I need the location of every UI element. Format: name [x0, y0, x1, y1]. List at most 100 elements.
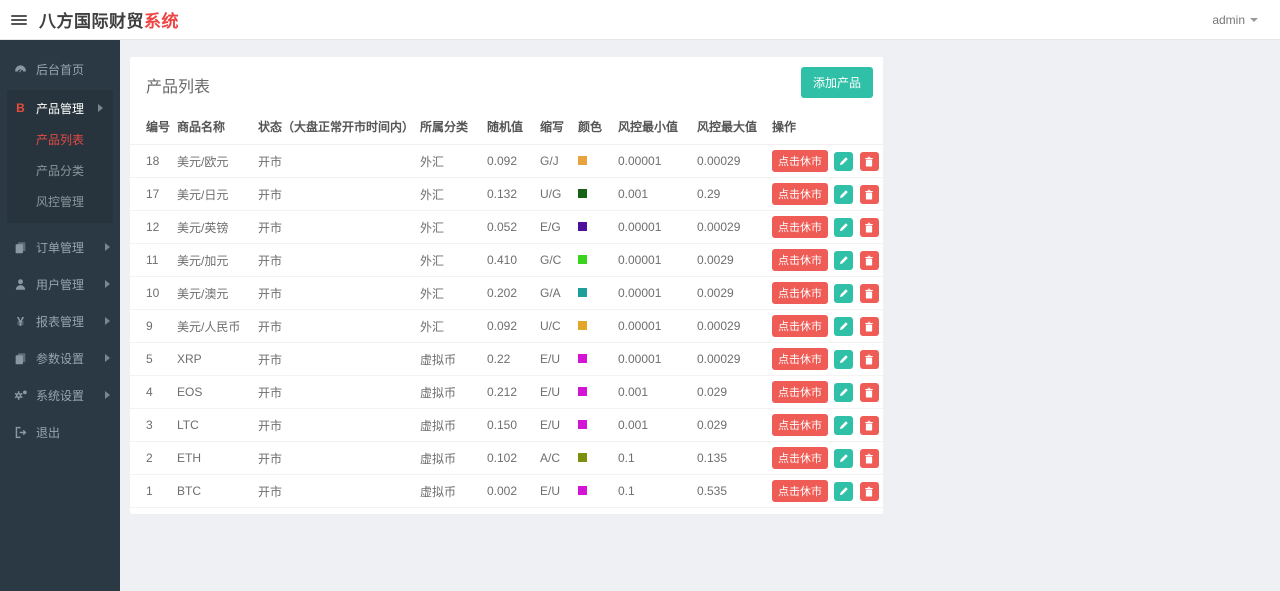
delete-button[interactable] [859, 184, 879, 204]
cell-category: 外汇 [420, 309, 487, 343]
edit-button[interactable] [834, 382, 854, 402]
cell-category: 虚拟币 [420, 342, 487, 376]
trash-icon [865, 453, 874, 463]
delete-button[interactable] [859, 217, 879, 237]
cell-id: 12 [130, 210, 177, 244]
edit-button[interactable] [834, 349, 854, 369]
cell-category: 外汇 [420, 177, 487, 211]
edit-button[interactable] [834, 184, 854, 204]
edit-button[interactable] [834, 151, 854, 171]
close-market-button[interactable]: 点击休市 [772, 150, 828, 172]
cell-actions: 点击休市 [772, 309, 883, 343]
cell-random-value: 0.052 [487, 210, 540, 244]
close-market-button[interactable]: 点击休市 [772, 315, 828, 337]
sidebar-item-orders[interactable]: 订单管理 [0, 230, 120, 264]
sidebar-item-users[interactable]: 用户管理 [0, 267, 120, 301]
cell-status: 开市 [258, 210, 420, 244]
close-market-button[interactable]: 点击休市 [772, 282, 828, 304]
product-table: 编号 商品名称 状态（大盘正常开市时间内） 所属分类 随机值 缩写 颜色 风控最… [130, 109, 883, 508]
edit-button[interactable] [834, 448, 854, 468]
table-row: 9 美元/人民币 开市 外汇 0.092 U/C 0.00001 0.00029… [130, 309, 883, 343]
delete-button[interactable] [859, 151, 879, 171]
sidebar-item-system-settings[interactable]: 系统设置 [0, 378, 120, 412]
edit-button[interactable] [834, 217, 854, 237]
table-row: 10 美元/澳元 开市 外汇 0.202 G/A 0.00001 0.0029 … [130, 276, 883, 310]
sidebar-item-reports[interactable]: ¥ 报表管理 [0, 304, 120, 338]
user-menu[interactable]: admin [1212, 13, 1258, 27]
close-market-button[interactable]: 点击休市 [772, 348, 828, 370]
sidebar-item-product-management[interactable]: B 产品管理 [7, 92, 113, 124]
cell-status: 开市 [258, 276, 420, 310]
delete-button[interactable] [859, 481, 879, 501]
delete-button[interactable] [859, 316, 879, 336]
cell-actions: 点击休市 [772, 210, 883, 244]
delete-button[interactable] [859, 283, 879, 303]
cell-abbr: G/J [540, 144, 578, 178]
cell-id: 11 [130, 243, 177, 277]
cell-status: 开市 [258, 342, 420, 376]
col-id: 编号 [130, 109, 177, 145]
table-row: 11 美元/加元 开市 外汇 0.410 G/C 0.00001 0.0029 … [130, 243, 883, 277]
menu-toggle-icon[interactable] [11, 13, 27, 27]
cell-color [578, 342, 618, 376]
cell-actions: 点击休市 [772, 342, 883, 376]
sidebar-item-dashboard[interactable]: 后台首页 [0, 52, 120, 86]
cell-risk-max: 0.00029 [697, 210, 772, 244]
close-market-button[interactable]: 点击休市 [772, 216, 828, 238]
trash-icon [865, 156, 874, 166]
delete-button[interactable] [859, 382, 879, 402]
edit-button[interactable] [834, 250, 854, 270]
delete-button[interactable] [859, 349, 879, 369]
cell-abbr: E/U [540, 474, 578, 508]
cell-product-name: 美元/人民币 [177, 309, 258, 343]
cell-risk-max: 0.00029 [697, 309, 772, 343]
cell-category: 外汇 [420, 144, 487, 178]
sidebar-item-parameters[interactable]: 参数设置 [0, 341, 120, 375]
color-swatch [578, 420, 587, 429]
edit-button[interactable] [834, 481, 854, 501]
cell-random-value: 0.150 [487, 408, 540, 442]
delete-button[interactable] [859, 415, 879, 435]
sidebar-subitem-product-category[interactable]: 产品分类 [7, 155, 113, 186]
pencil-icon [839, 388, 848, 397]
cell-risk-max: 0.0029 [697, 243, 772, 277]
close-market-button[interactable]: 点击休市 [772, 183, 828, 205]
close-market-button[interactable]: 点击休市 [772, 414, 828, 436]
close-market-button[interactable]: 点击休市 [772, 381, 828, 403]
cell-category: 外汇 [420, 210, 487, 244]
sidebar-item-label: 参数设置 [36, 351, 85, 366]
close-market-button[interactable]: 点击休市 [772, 447, 828, 469]
cell-random-value: 0.22 [487, 342, 540, 376]
add-product-button[interactable]: 添加产品 [800, 67, 873, 98]
trash-icon [865, 321, 874, 331]
yen-icon: ¥ [16, 313, 25, 329]
edit-button[interactable] [834, 415, 854, 435]
cell-random-value: 0.102 [487, 441, 540, 475]
cell-product-name: BTC [177, 474, 258, 508]
chevron-right-icon [105, 391, 110, 399]
sidebar-item-label: 产品管理 [36, 101, 85, 116]
edit-button[interactable] [834, 283, 854, 303]
pencil-icon [839, 454, 848, 463]
close-market-button[interactable]: 点击休市 [772, 480, 828, 502]
sidebar-item-logout[interactable]: 退出 [0, 415, 120, 449]
cell-status: 开市 [258, 408, 420, 442]
cell-color [578, 408, 618, 442]
close-market-button[interactable]: 点击休市 [772, 249, 828, 271]
cell-actions: 点击休市 [772, 441, 883, 475]
cell-actions: 点击休市 [772, 276, 883, 310]
edit-button[interactable] [834, 316, 854, 336]
brand-accent-text: 系统 [144, 12, 179, 31]
main-content: 产品列表 添加产品 编号 商品名称 状态（大盘正常开市时间内） 所属分类 随机值… [120, 40, 1280, 591]
cell-risk-max: 0.029 [697, 375, 772, 409]
sidebar-subitem-risk-management[interactable]: 风控管理 [7, 186, 113, 217]
pencil-icon [839, 322, 848, 331]
cell-risk-max: 0.029 [697, 408, 772, 442]
color-swatch [578, 486, 587, 495]
table-row: 18 美元/欧元 开市 外汇 0.092 G/J 0.00001 0.00029… [130, 144, 883, 178]
cell-actions: 点击休市 [772, 177, 883, 211]
delete-button[interactable] [859, 448, 879, 468]
sidebar-item-label: 退出 [36, 425, 61, 440]
sidebar-subitem-product-list[interactable]: 产品列表 [7, 124, 113, 155]
delete-button[interactable] [859, 250, 879, 270]
